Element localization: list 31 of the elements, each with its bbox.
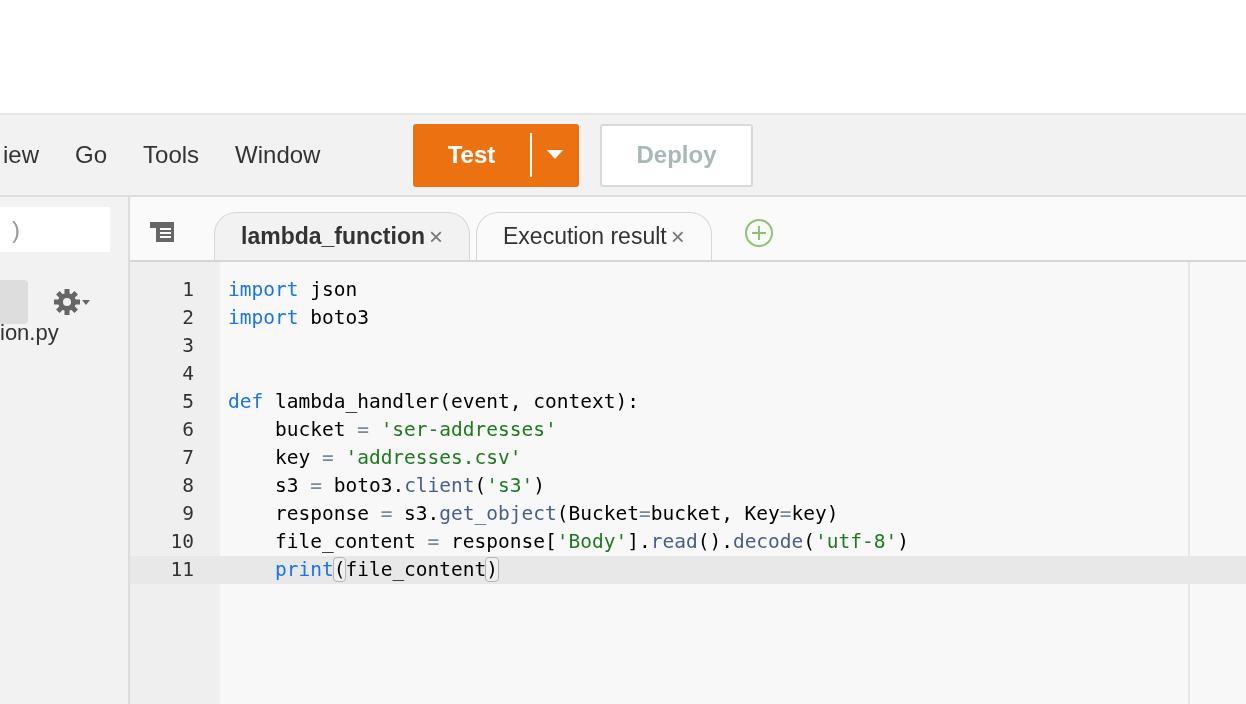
line-number: 11 [169, 557, 194, 584]
menu-item[interactable]: Go [75, 137, 108, 173]
code-line: key = 'addresses.csv' [273, 445, 522, 472]
code-line: file_content = response['Body'].read().decode('utf-8') [273, 529, 910, 556]
editor-tab[interactable]: lambda_function × [214, 212, 471, 260]
menu-item[interactable]: Tools [143, 137, 200, 173]
search-field[interactable]: ) [0, 207, 110, 252]
code-line: s3 = boto3.client('s3') [273, 473, 546, 500]
line-number: 8 [181, 473, 194, 500]
menu-item[interactable]: Window [235, 137, 321, 173]
close-icon[interactable]: × [429, 218, 444, 255]
line-number: 3 [181, 333, 194, 360]
line-number: 9 [181, 501, 194, 528]
code-line: print(file_content) [273, 557, 499, 584]
line-number: 5 [181, 389, 194, 416]
line-number: 6 [181, 417, 194, 444]
close-icon[interactable]: × [670, 218, 685, 255]
line-number: 7 [181, 445, 194, 472]
code-line: def lambda_handler(event, context): [228, 389, 639, 416]
caret-down-icon [547, 150, 563, 160]
code-line: import json [228, 277, 358, 304]
code-line: import boto3 [228, 305, 369, 332]
menu-item[interactable]: iew [3, 137, 39, 173]
editor-tab[interactable]: Execution result × [476, 212, 712, 260]
line-number: 2 [181, 305, 194, 332]
code-line: response = s3.get_object(Bucket=bucket, Key=key) [273, 501, 839, 528]
line-number: 1 [181, 277, 194, 304]
line-number: 4 [181, 361, 194, 388]
code-line: bucket = 'ser-addresses' [273, 417, 557, 444]
line-number: 10 [169, 529, 194, 556]
file-item[interactable]: ion.py [0, 316, 128, 349]
